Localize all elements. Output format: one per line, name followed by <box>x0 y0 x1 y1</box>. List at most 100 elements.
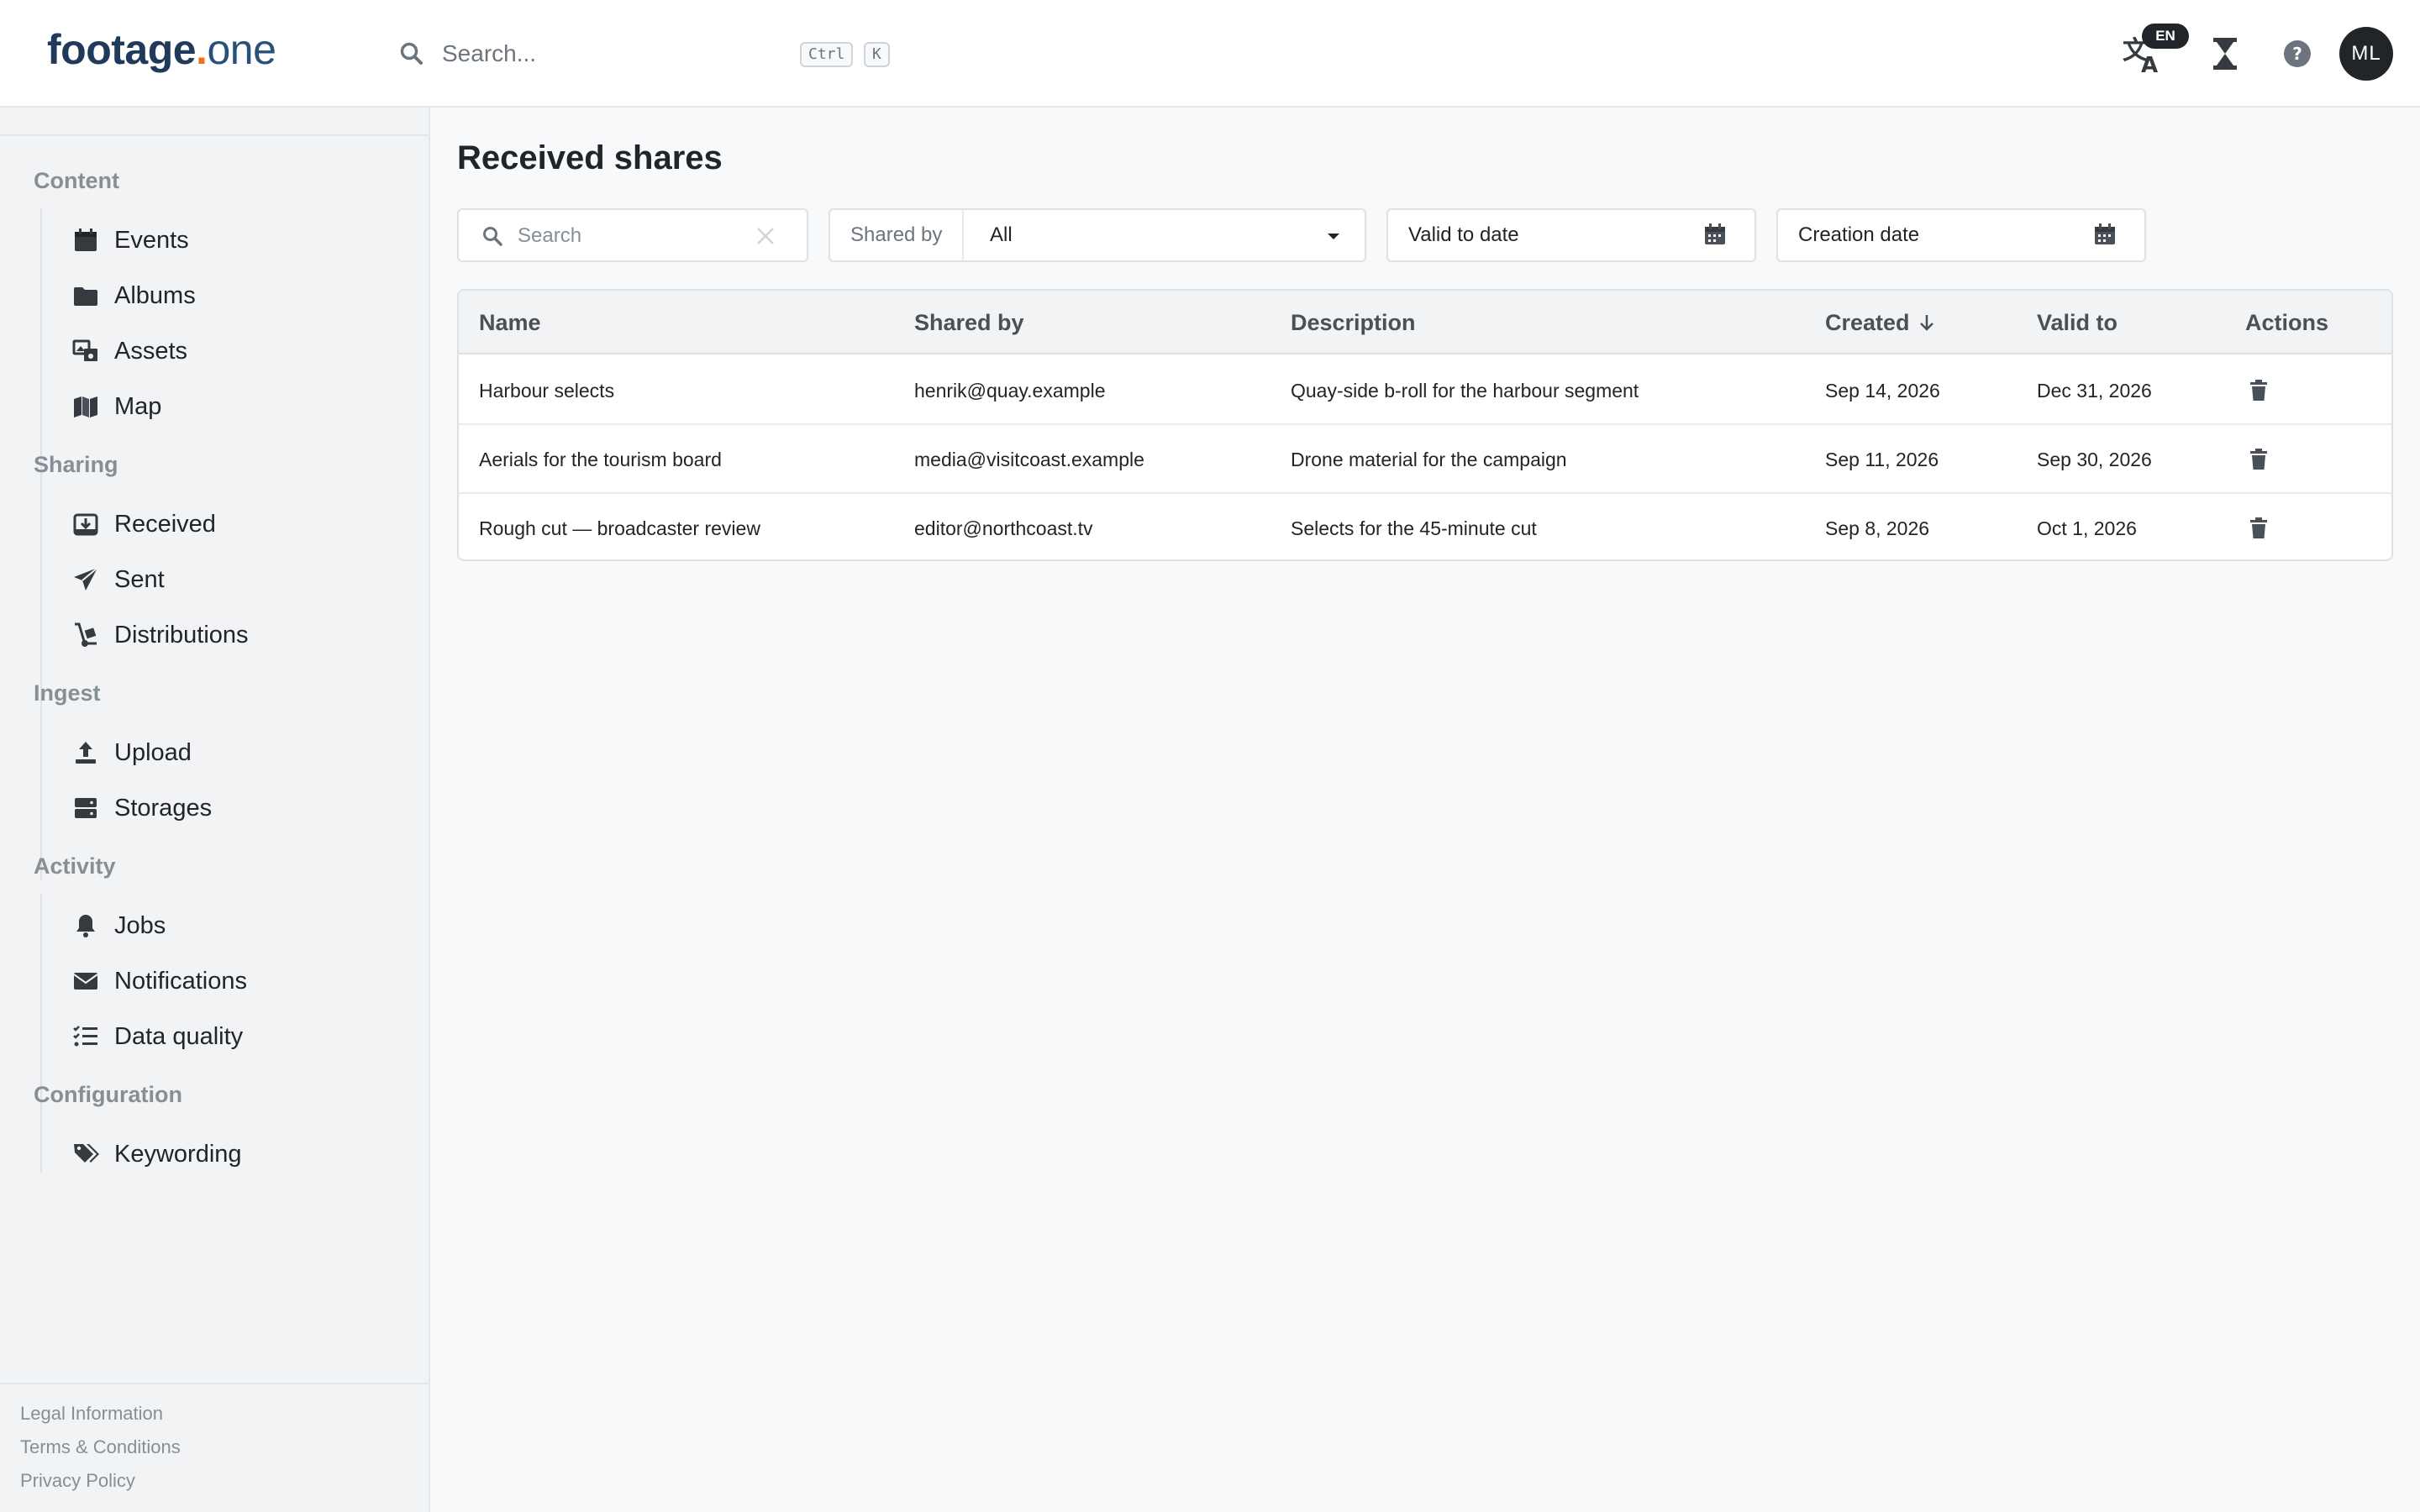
sidebar-item-data-quality[interactable]: Data quality <box>72 1015 408 1058</box>
table-search-input[interactable] <box>518 220 736 252</box>
sidebar-item-label: Data quality <box>114 1023 244 1050</box>
delete-trash-icon[interactable] <box>2249 449 2269 470</box>
sort-descending-arrow-icon <box>1919 315 1933 331</box>
valid-to-date-picker[interactable]: Valid to date <box>1386 208 1756 262</box>
sidebar-item-jobs[interactable]: Jobs <box>72 904 408 948</box>
column-header-valid-to[interactable]: Valid to <box>2037 291 2118 354</box>
sidebar-section-activity: Activity <box>34 853 116 879</box>
cell-name: Rough cut — broadcaster review <box>479 517 760 539</box>
sidebar-item-label: Jobs <box>114 912 166 939</box>
sidebar-item-label: Albums <box>114 282 196 309</box>
column-header-created[interactable]: Created <box>1825 291 1937 354</box>
column-header-actions: Actions <box>2245 310 2329 335</box>
creation-date-picker[interactable]: Creation date <box>1776 208 2146 262</box>
table-row[interactable]: Aerials for the tourism board media@visi… <box>459 425 2391 494</box>
sidebar-item-notifications[interactable]: Notifications <box>72 959 408 1003</box>
search-icon <box>400 42 423 65</box>
global-search: Ctrl K <box>398 34 902 74</box>
map-icon <box>74 396 97 417</box>
privacy-policy-link[interactable]: Privacy Policy <box>20 1470 135 1492</box>
cell-shared-by: henrik@quay.example <box>914 380 1106 402</box>
sidebar-item-label: Distributions <box>114 622 249 648</box>
sidebar-item-label: Notifications <box>114 968 247 995</box>
user-avatar[interactable]: ML <box>2339 27 2393 81</box>
shared-by-value: All <box>990 223 1013 246</box>
sidebar-item-sent[interactable]: Sent <box>72 558 408 601</box>
sidebar-item-label: Assets <box>114 338 188 365</box>
sidebar-section-ingest: Ingest <box>34 680 101 706</box>
clear-search-icon[interactable] <box>755 225 776 247</box>
cell-description: Selects for the 45-minute cut <box>1291 517 1537 539</box>
inbox-download-icon <box>73 513 98 536</box>
sidebar-item-assets[interactable]: Assets <box>72 329 408 373</box>
table-row[interactable]: Rough cut — broadcaster review editor@no… <box>459 494 2391 559</box>
cell-name: Aerials for the tourism board <box>479 449 722 470</box>
svg-text:?: ? <box>2292 44 2302 64</box>
global-search-input[interactable] <box>442 37 761 71</box>
envelope-icon <box>73 973 98 990</box>
sidebar-item-label: Events <box>114 227 189 254</box>
cell-shared-by: editor@northcoast.tv <box>914 517 1093 539</box>
shortcut-ctrl-key: Ctrl <box>800 42 854 67</box>
svg-text:A: A <box>2141 53 2158 74</box>
sidebar-divider <box>0 134 429 136</box>
sidebar-group-line <box>40 1122 42 1173</box>
table-row[interactable]: Harbour selects henrik@quay.example Quay… <box>459 356 2391 425</box>
sidebar-item-received[interactable]: Received <box>72 502 408 546</box>
search-icon <box>483 227 502 246</box>
checklist-icon <box>73 1026 97 1047</box>
help-button[interactable]: ? <box>2282 39 2312 69</box>
chevron-down-icon <box>1328 234 1339 239</box>
sidebar-item-upload[interactable]: Upload <box>72 731 408 774</box>
legal-information-link[interactable]: Legal Information <box>20 1403 163 1425</box>
sidebar: Content Events Albums Assets Map Sharing <box>0 108 430 1512</box>
calendar-icon <box>1705 223 1725 244</box>
terms-conditions-link[interactable]: Terms & Conditions <box>20 1436 181 1458</box>
footage-one-logo[interactable]: footage.one <box>47 25 276 74</box>
sidebar-section-configuration: Configuration <box>34 1082 182 1107</box>
creation-date-placeholder: Creation date <box>1798 223 1920 246</box>
sidebar-item-label: Sent <box>114 566 165 593</box>
sidebar-item-distributions[interactable]: Distributions <box>72 613 408 657</box>
sidebar-item-storages[interactable]: Storages <box>72 786 408 830</box>
calendar-icon <box>2095 223 2115 244</box>
cell-description: Quay-side b-roll for the harbour segment <box>1291 380 1639 402</box>
delete-trash-icon[interactable] <box>2249 517 2269 539</box>
table-search-box <box>457 208 808 262</box>
column-header-shared-by[interactable]: Shared by <box>914 291 1024 354</box>
column-header-created-label: Created <box>1825 310 1910 335</box>
cell-name: Harbour selects <box>479 380 615 402</box>
sidebar-item-map[interactable]: Map <box>72 385 408 428</box>
column-header-description[interactable]: Description <box>1291 291 1416 354</box>
cell-created: Sep 8, 2026 <box>1825 517 1930 539</box>
sidebar-item-events[interactable]: Events <box>72 218 408 262</box>
shared-by-label: Shared by <box>850 210 965 260</box>
sidebar-item-label: Map <box>114 393 162 420</box>
logo-text-footage: footage <box>47 26 197 73</box>
sidebar-item-keywording[interactable]: Keywording <box>72 1132 408 1176</box>
cell-valid-to: Dec 31, 2026 <box>2037 380 2152 402</box>
cell-description: Drone material for the campaign <box>1291 449 1567 470</box>
dolly-icon <box>75 622 97 647</box>
language-badge: EN <box>2142 24 2189 49</box>
folder-icon <box>74 287 97 306</box>
column-header-name[interactable]: Name <box>479 291 541 354</box>
sidebar-group-line <box>40 208 42 536</box>
cell-created: Sep 14, 2026 <box>1825 380 1940 402</box>
cell-shared-by: media@visitcoast.example <box>914 449 1144 470</box>
media-assets-icon <box>72 339 97 361</box>
calendar-icon <box>75 228 97 251</box>
sidebar-section-content: Content <box>34 168 119 193</box>
bell-icon <box>76 915 95 937</box>
delete-trash-icon[interactable] <box>2249 380 2269 402</box>
shared-by-select[interactable]: Shared by All <box>829 208 1366 262</box>
server-icon <box>75 798 97 818</box>
sidebar-item-albums[interactable]: Albums <box>72 274 408 318</box>
upload-icon <box>76 742 96 764</box>
cell-valid-to: Oct 1, 2026 <box>2037 517 2137 539</box>
sidebar-item-label: Storages <box>114 795 213 822</box>
activity-hourglass-button[interactable] <box>2210 35 2240 72</box>
shortcut-k-key: K <box>864 42 890 67</box>
tags-icon <box>74 1144 99 1163</box>
paper-plane-icon <box>74 567 98 591</box>
